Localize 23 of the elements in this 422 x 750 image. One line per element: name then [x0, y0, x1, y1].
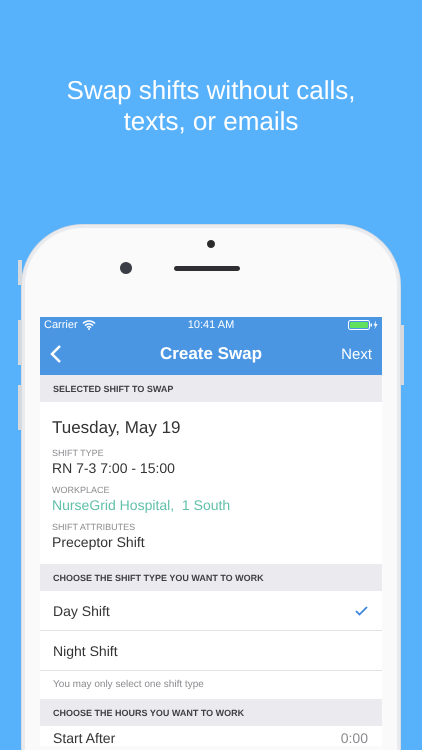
- field-value: RN 7-3 7:00 - 15:00: [52, 460, 176, 476]
- screen-title: Create Swap: [160, 344, 262, 364]
- field-label: SHIFT ATTRIBUTES: [52, 522, 136, 532]
- headline: Swap shifts without calls, texts, or emails: [65, 75, 356, 137]
- carrier-label: Carrier: [44, 319, 78, 331]
- status-time: 10:41 AM: [188, 319, 234, 331]
- field-label: SHIFT TYPE: [52, 448, 105, 458]
- shift-date: Tuesday, May 19: [52, 418, 182, 438]
- section-header: SELECTED SHIFT TO SWAP: [40, 375, 382, 402]
- hint-text: You may only select one shift type: [40, 671, 382, 699]
- speaker-icon: [174, 266, 240, 270]
- field-label: WORKPLACE: [52, 485, 111, 495]
- section-header: CHOOSE THE SHIFT TYPE YOU WANT TO WORK: [40, 564, 382, 591]
- shift-option[interactable]: Night Shift: [40, 631, 382, 671]
- back-icon[interactable]: [50, 344, 62, 364]
- hours-row[interactable]: Start After 0:00: [40, 726, 382, 746]
- camera-icon: [207, 240, 215, 248]
- lens-icon: [120, 262, 132, 274]
- wifi-icon: [82, 320, 96, 330]
- section-header: CHOOSE THE HOURS YOU WANT TO WORK: [40, 699, 382, 726]
- shift-option[interactable]: Day Shift: [40, 591, 382, 631]
- field-value: Preceptor Shift: [52, 534, 146, 550]
- battery-icon: [348, 320, 378, 330]
